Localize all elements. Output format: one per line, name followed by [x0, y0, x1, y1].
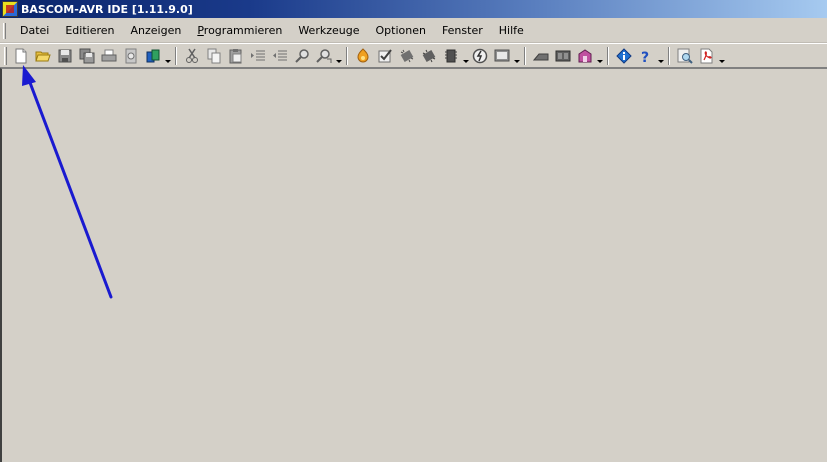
menu-optionen[interactable]: Optionen	[367, 21, 433, 41]
info-button[interactable]	[613, 46, 635, 66]
lib-manager-icon	[555, 50, 571, 61]
save-button[interactable]	[54, 46, 76, 66]
paste-button[interactable]	[225, 46, 247, 66]
syntax-check-icon	[378, 48, 392, 62]
toolbar-separator	[346, 46, 348, 65]
toolbar-separator	[175, 46, 177, 65]
terminal-icon	[494, 49, 510, 61]
chip-program-button[interactable]	[418, 46, 440, 66]
open-button[interactable]	[32, 46, 54, 66]
copy-button[interactable]	[203, 46, 225, 66]
chip-program-icon	[422, 49, 436, 62]
menu-anzeigen[interactable]: Anzeigen	[123, 21, 190, 41]
open-folder-icon	[35, 51, 51, 61]
chip-button[interactable]	[396, 46, 418, 66]
cut-button[interactable]	[181, 46, 203, 66]
web-search-button[interactable]	[674, 46, 696, 66]
menu-fenster[interactable]: Fenster	[434, 21, 491, 41]
toolbar-separator	[607, 46, 609, 65]
graphic-converter-icon	[578, 48, 592, 62]
terminal-dropdown[interactable]	[513, 46, 520, 66]
menu-programmieren[interactable]: Programmieren	[189, 21, 290, 41]
menu-hilfe[interactable]: Hilfe	[491, 21, 532, 41]
compile-button[interactable]	[352, 46, 374, 66]
chip-select-button[interactable]	[440, 46, 462, 66]
simulator-button[interactable]	[469, 46, 491, 66]
compile-icon	[357, 47, 369, 62]
find-dropdown[interactable]	[335, 46, 342, 66]
lcd-designer-icon	[533, 53, 549, 60]
pdf-dropdown[interactable]	[718, 46, 725, 66]
menu-werkzeuge[interactable]: Werkzeuge	[290, 21, 367, 41]
indent-icon	[251, 50, 265, 60]
menu-bar: Datei Editieren Anzeigen Programmieren W…	[0, 19, 827, 43]
help-button[interactable]: ?	[635, 46, 657, 66]
web-search-icon	[677, 48, 693, 64]
save-all-button[interactable]	[76, 46, 98, 66]
menu-editieren[interactable]: Editieren	[57, 21, 122, 41]
export-dropdown[interactable]	[164, 46, 171, 66]
chip-dropdown[interactable]	[462, 46, 469, 66]
chip-dropdown-icon	[445, 49, 457, 62]
copy-icon	[207, 48, 221, 63]
new-file-button[interactable]	[10, 46, 32, 66]
lcd-designer-button[interactable]	[530, 46, 552, 66]
lib-manager-button[interactable]	[552, 46, 574, 66]
window-title: BASCOM-AVR IDE [1.11.9.0]	[21, 2, 193, 16]
save-icon	[58, 49, 72, 62]
chip-icon	[400, 49, 414, 62]
simulator-icon	[472, 48, 488, 63]
title-bar[interactable]: BASCOM-AVR IDE [1.11.9.0]	[0, 0, 827, 18]
export-button[interactable]	[142, 46, 164, 66]
app-icon[interactable]	[2, 1, 18, 17]
find-button[interactable]	[291, 46, 313, 66]
graphic-converter-button[interactable]	[574, 46, 596, 66]
print-preview-icon	[125, 48, 137, 63]
terminal-button[interactable]	[491, 46, 513, 66]
menubar-grip[interactable]	[3, 22, 6, 39]
print-icon	[101, 49, 117, 61]
find-replace-icon	[316, 48, 332, 63]
find-icon	[295, 48, 309, 63]
pdf-icon	[700, 48, 713, 63]
svg-text:?: ?	[641, 50, 649, 64]
outdent-icon	[273, 50, 287, 60]
toolbar-grip[interactable]	[4, 46, 7, 65]
help-icon: ?	[641, 50, 649, 64]
help-dropdown[interactable]	[657, 46, 664, 66]
export-icon	[146, 49, 160, 62]
toolbar-separator	[668, 46, 670, 65]
menu-datei[interactable]: Datei	[12, 21, 57, 41]
pdf-button[interactable]	[696, 46, 718, 66]
tools-dropdown[interactable]	[596, 46, 603, 66]
toolbar: ?	[0, 43, 827, 68]
toolbar-separator	[524, 46, 526, 65]
print-button[interactable]	[98, 46, 120, 66]
syntax-check-button[interactable]	[374, 46, 396, 66]
indent-button[interactable]	[247, 46, 269, 66]
paste-icon	[229, 48, 242, 63]
print-preview-button[interactable]	[120, 46, 142, 66]
mdi-client-area[interactable]	[0, 68, 827, 462]
find-replace-button[interactable]	[313, 46, 335, 66]
new-file-icon	[15, 48, 27, 63]
outdent-button[interactable]	[269, 46, 291, 66]
save-all-icon	[79, 48, 95, 63]
info-icon	[616, 47, 632, 64]
cut-icon	[186, 48, 198, 63]
